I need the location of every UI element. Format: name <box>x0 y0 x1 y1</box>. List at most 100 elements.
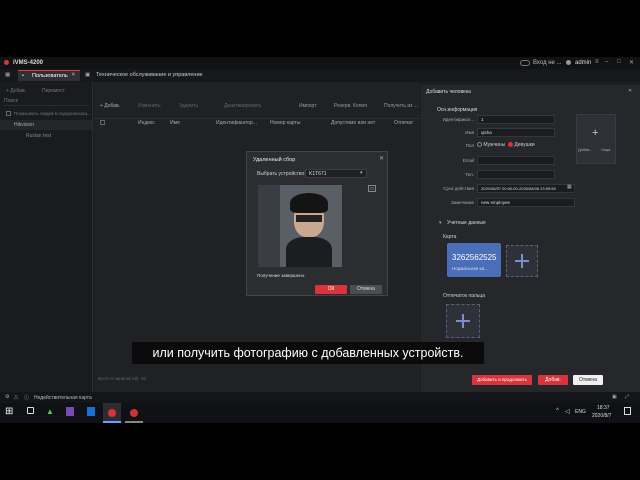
cloud-icon <box>520 60 530 66</box>
clock-date: 2020/8/7 <box>592 413 612 419</box>
add-face-suffix: Лица <box>601 147 611 152</box>
panel-cancel-button[interactable]: Отмена <box>573 375 603 385</box>
photo-body <box>286 237 332 267</box>
lock-icon[interactable]: ▣ <box>612 394 617 400</box>
per-page-select[interactable]: 20 <box>141 376 146 381</box>
outlook-icon[interactable] <box>87 407 95 416</box>
task-view-icon[interactable] <box>27 407 34 414</box>
import-button[interactable]: Импорт <box>299 103 316 109</box>
dialog-title: Удаленный сбор <box>253 157 296 163</box>
basic-info-heading: Осн.информация <box>437 107 478 113</box>
add-face-tile[interactable]: + Добав... Лица <box>576 114 616 164</box>
card-tile[interactable]: 3262562525 Нормальная ка... <box>447 243 501 277</box>
onenote-icon[interactable] <box>66 407 74 416</box>
fingerprint-label: Отпечаток пальца <box>443 293 486 299</box>
maximize-icon[interactable]: □ <box>617 59 621 65</box>
sidebar-search[interactable]: Поиск <box>4 98 89 106</box>
card-type: Нормальная ка... <box>452 266 488 271</box>
title-bar: iVMS-4200 Вход не ... admin ≡ – □ ✕ <box>0 57 640 69</box>
status-bar: ⚙ △ ⓘ Недействительная карта ▣ ⤢ <box>0 392 640 403</box>
device-chevron-icon: ▾ <box>360 170 363 176</box>
org-child-label: Ruslan test <box>26 133 52 139</box>
header-divider <box>94 118 420 119</box>
app-logo-icon <box>4 60 9 65</box>
user-avatar-icon <box>566 60 571 65</box>
org-root-label: Hikvision <box>14 122 35 128</box>
male-label: Мужчины <box>483 142 506 148</box>
gender-label: Пол <box>465 143 474 148</box>
email-field[interactable] <box>477 156 555 165</box>
device-select[interactable]: K1T671 ▾ <box>305 169 367 178</box>
org-move-button[interactable]: Перемест. <box>42 88 66 94</box>
remark-field[interactable]: new employee <box>477 198 575 207</box>
capture-status: Получение завершено. <box>257 273 306 278</box>
col-id: Идентификатор... <box>216 120 257 126</box>
dialog-close-icon[interactable]: ✕ <box>379 155 384 162</box>
add-card-button[interactable] <box>506 245 538 277</box>
windows-start-icon[interactable]: ⊞ <box>5 407 13 417</box>
dialog-cancel-button[interactable]: Отмена <box>350 285 382 294</box>
backup-button[interactable]: Резерв. Копия <box>334 103 367 109</box>
credentials-heading: Учетные данные <box>447 220 486 226</box>
volume-icon[interactable]: ◁ <box>565 408 570 415</box>
notifications-icon[interactable] <box>624 407 631 415</box>
info-icon[interactable]: ⓘ <box>24 394 29 401</box>
username[interactable]: admin <box>575 60 591 66</box>
org-tree-root[interactable]: Hikvision <box>0 120 92 130</box>
recorder-taskbar-icon <box>130 409 138 417</box>
show-sub-label: Показывать людей в подорганизац... <box>14 111 91 116</box>
language-indicator[interactable]: ENG <box>575 409 586 415</box>
device-label: Выбрать устройство: <box>257 171 306 177</box>
deactivate-button[interactable]: Деактивировать <box>224 103 261 109</box>
select-all-checkbox[interactable] <box>100 120 105 125</box>
grid-icon[interactable]: ▦ <box>5 72 10 78</box>
screen: iVMS-4200 Вход не ... admin ≡ – □ ✕ ▦ ▪ … <box>0 0 640 480</box>
credentials-chevron-icon[interactable]: ▾ <box>439 220 442 226</box>
dialog-ok-button[interactable]: ОК <box>315 285 347 294</box>
name-field[interactable]: qisha <box>477 128 555 137</box>
validity-value: 2020/08/07 00:00:00-2030/08/06 23:59:59 <box>481 186 556 191</box>
phone-field[interactable] <box>477 170 555 179</box>
org-tree-child[interactable]: Ruslan test <box>0 131 92 141</box>
female-radio[interactable]: Девушки <box>508 142 535 148</box>
close-icon[interactable]: ✕ <box>629 59 634 66</box>
settings-icon[interactable]: ⚙ <box>5 394 9 400</box>
pagination-summary: Всего 0 записи(-ей) <box>98 376 139 381</box>
add-person-button[interactable]: + Добав. <box>100 103 120 109</box>
validity-field[interactable]: 2020/08/07 00:00:00-2030/08/06 23:59:59 <box>477 184 575 193</box>
login-status[interactable]: Вход не ... <box>533 60 562 66</box>
tab-users[interactable]: ▪ Пользователь ✕ <box>18 70 80 81</box>
tray-chevron-icon[interactable]: ^ <box>556 408 559 414</box>
tab-close-icon[interactable]: ✕ <box>71 72 76 78</box>
delete-button[interactable]: Удалить <box>179 103 198 109</box>
menu-icon[interactable]: ≡ <box>595 59 599 65</box>
remote-capture-dialog: Удаленный сбор ✕ Выбрать устройство: K1T… <box>246 151 388 296</box>
captured-photo <box>258 185 342 267</box>
id-field[interactable]: 1 <box>477 115 555 124</box>
photo-eye-mask <box>296 215 322 222</box>
recorder-taskbar-button[interactable] <box>125 403 143 423</box>
add-fingerprint-button[interactable] <box>446 304 480 338</box>
panel-close-icon[interactable]: ✕ <box>628 88 632 94</box>
add-button[interactable]: Добав. <box>538 375 568 385</box>
app-window: iVMS-4200 Вход не ... admin ≡ – □ ✕ ▦ ▪ … <box>0 57 640 403</box>
card-number: 3262562525 <box>452 253 497 262</box>
add-and-continue-button[interactable]: Добавить и продолжить <box>472 375 532 385</box>
calendar-icon[interactable]: ▦ <box>567 184 572 190</box>
add-face-label: Добав... <box>578 147 593 152</box>
minimize-icon[interactable]: – <box>605 59 608 65</box>
get-from-device-button[interactable]: Получить из ... <box>384 103 418 109</box>
expand-icon[interactable]: ⤢ <box>625 394 629 400</box>
id-value: 1 <box>481 117 484 122</box>
alarm-icon[interactable]: △ <box>14 394 18 400</box>
app-icon-1[interactable]: ▲ <box>46 407 54 416</box>
change-button[interactable]: Изменить <box>138 103 161 109</box>
show-sub-checkbox[interactable] <box>6 111 11 116</box>
expand-photo-icon[interactable]: ⊡ <box>368 185 376 192</box>
org-add-button[interactable]: + Добав. <box>6 88 26 94</box>
col-name: Имя <box>170 120 180 126</box>
tab-maintenance[interactable]: Техническое обслуживание и управление <box>96 72 203 78</box>
male-radio[interactable]: Мужчины <box>477 142 505 148</box>
female-label: Девушки <box>514 142 535 148</box>
ivms-taskbar-button[interactable] <box>103 403 121 423</box>
